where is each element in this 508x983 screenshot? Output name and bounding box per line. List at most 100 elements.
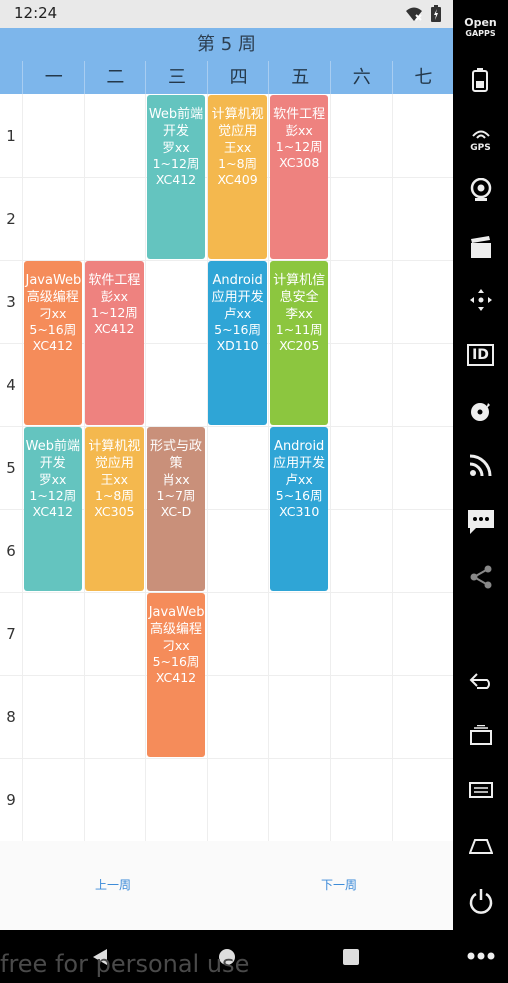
menu-icon[interactable] [469,782,493,798]
status-bar: 12:24 [0,0,453,28]
period-number: 4 [6,376,16,394]
status-time: 12:24 [14,4,58,22]
course-teacher: 彭xx [285,123,313,138]
power-icon[interactable] [469,888,493,914]
course-name: 计算机视觉应用 [211,107,264,139]
course-room: XC412 [32,338,73,353]
next-week-button[interactable]: 下一周 [321,876,357,893]
course-room: XC-D [160,504,192,519]
course-card[interactable]: Android应用开发 卢xx 5~16周 XC310 [269,427,329,591]
screenrecord-icon[interactable] [471,236,491,258]
day-header-6: 六 [330,61,393,94]
rss-icon[interactable] [470,454,492,476]
course-weeks: 5~16周 [214,322,262,337]
course-weeks: 1~7周 [156,488,196,503]
period-number: 9 [6,791,16,809]
course-room: XD110 [216,338,259,353]
period-number: 8 [6,708,16,726]
course-card[interactable]: Web前端开发 罗xx 1~12周 XC412 [146,95,206,259]
course-weeks: 1~12周 [275,139,323,154]
corner-cell [0,61,22,94]
move-icon[interactable] [469,288,493,312]
course-teacher: 李xx [285,306,313,321]
emulator-sidebar: Open GAPPS GPS ID [453,0,508,983]
course-card[interactable]: 形式与政策 肖xx 1~7周 XC-D [146,427,206,591]
webcam-icon[interactable] [470,178,492,202]
course-teacher: 刁xx [162,638,190,653]
course-card[interactable]: JavaWeb高级编程 刁xx 5~16周 XC412 [23,261,83,425]
disk-icon[interactable] [470,402,492,422]
week-navigation: 上一周 下一周 [0,841,453,930]
course-card[interactable]: 计算机视觉应用 王xx 1~8周 XC409 [208,95,267,259]
period-number: 5 [6,459,16,477]
message-icon[interactable] [468,510,494,534]
day-header-4: 四 [206,61,270,94]
course-card[interactable]: Android应用开发 卢xx 5~16周 XD110 [208,261,267,425]
id-label: ID [467,344,494,366]
prev-week-button[interactable]: 上一周 [95,876,131,893]
status-icons [405,5,441,22]
opengapps-logo[interactable]: Open GAPPS [453,16,508,39]
course-card[interactable]: JavaWeb高级编程 刁xx 5~16周 XC412 [146,593,206,757]
day-header-2: 二 [83,61,147,94]
course-name: 形式与政策 [149,439,202,471]
more-icon[interactable] [467,952,495,960]
day-header-5: 五 [268,61,331,94]
course-teacher: 彭xx [100,289,129,304]
period-number: 1 [6,127,16,145]
course-room: XC308 [279,155,320,170]
course-room: XC409 [217,172,258,187]
course-teacher: 卢xx [285,472,313,487]
phone-screen: 12:24 第 5 周 一二三四五六七 1 2 3 4 5 6 7 8 9 Web前端开发 罗xx 1… [0,0,453,983]
period-number: 3 [6,293,16,311]
home-nav-icon[interactable] [469,838,493,854]
course-room: XC310 [279,504,320,519]
course-room: XC412 [32,504,73,519]
course-teacher: 罗xx [39,472,67,487]
gps-label: GPS [470,143,491,153]
share-icon[interactable] [469,565,493,589]
week-title: 第 5 周 [0,28,453,61]
opengapps-label-1: Open [464,16,497,29]
course-name: 软件工程 [273,107,326,122]
course-teacher: 肖xx [162,472,190,487]
course-weeks: 5~16周 [29,322,77,337]
gps-icon[interactable]: GPS [453,124,508,153]
course-card[interactable]: 计算机信息安全 李xx 1~11周 XC205 [269,261,329,425]
watermark: free for personal use [0,950,250,978]
period-number: 7 [6,625,16,643]
day-header: 一二三四五六七 [0,61,453,94]
course-teacher: 王xx [223,140,252,155]
day-header-7: 七 [391,61,453,94]
course-card[interactable]: 软件工程 彭xx 1~12周 XC308 [269,95,329,259]
course-teacher: 刁xx [39,306,67,321]
course-name: Android应用开发 [273,439,326,471]
wifi-off-icon [406,7,422,21]
course-weeks: 5~16周 [275,488,323,503]
row-divider [0,675,453,676]
recent-apps-icon[interactable] [469,725,493,745]
course-name: 软件工程 [88,273,141,288]
course-weeks: 1~12周 [29,488,77,503]
course-name: 计算机信息安全 [273,273,326,305]
course-weeks: 1~8周 [94,488,134,503]
day-header-3: 三 [145,61,208,94]
course-teacher: 王xx [100,472,129,487]
recents-icon[interactable] [343,949,359,965]
course-card[interactable]: Web前端开发 罗xx 1~12周 XC412 [23,427,83,591]
back-nav-icon[interactable] [469,672,493,690]
course-name: JavaWeb高级编程 [148,605,205,637]
course-name: JavaWeb高级编程 [25,273,82,305]
course-weeks: 1~8周 [218,156,258,171]
course-card[interactable]: 软件工程 彭xx 1~12周 XC412 [85,261,144,425]
course-room: XC305 [94,504,135,519]
course-teacher: 卢xx [223,306,252,321]
course-name: Web前端开发 [25,439,80,471]
timetable-grid: 1 2 3 4 5 6 7 8 9 Web前端开发 罗xx 1~12周 XC412 计算机视觉应用 王xx 1… [0,94,453,842]
battery-icon[interactable] [472,68,488,92]
period-number: 6 [6,542,16,560]
id-icon[interactable]: ID [453,344,508,366]
course-room: XC412 [155,670,197,685]
course-card[interactable]: 计算机视觉应用 王xx 1~8周 XC305 [85,427,144,591]
row-divider [0,758,453,759]
